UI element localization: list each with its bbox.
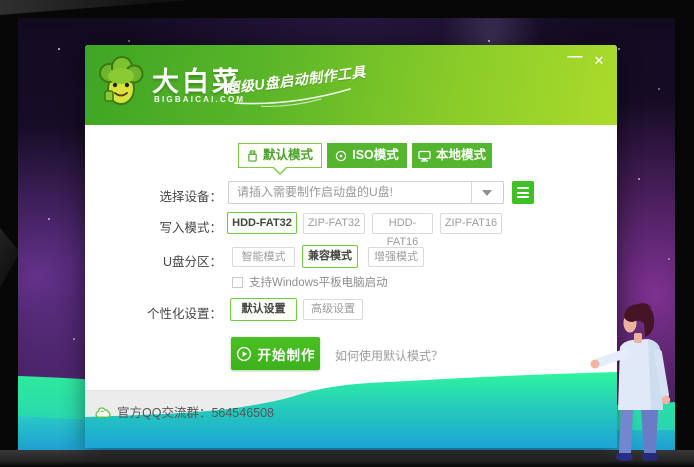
disc-icon [335,150,347,162]
device-menu-button[interactable] [512,181,534,204]
tablet-boot-label: 支持Windows平板电脑启动 [249,274,388,290]
tab-label: ISO模式 [352,143,399,168]
personalize-option-default[interactable]: 默认设置 [230,298,297,321]
partition-option-compat[interactable]: 兼容模式 [302,245,358,268]
write-mode-option-hdd-fat32[interactable]: HDD-FAT32 [227,212,297,234]
device-label: 选择设备： [85,186,222,205]
partition-option-enhanced[interactable]: 增强模式 [368,247,424,267]
minimize-button[interactable]: — [567,49,583,65]
write-mode-label: 写入模式： [85,217,222,236]
tab-iso-mode[interactable]: ISO模式 [327,143,407,168]
chevron-down-icon[interactable] [471,182,503,203]
device-placeholder: 请插入需要制作启动盘的U盘! [237,182,393,203]
close-button[interactable]: ✕ [591,53,607,69]
qq-group-text: 官方QQ交流群：564546508 [117,402,274,421]
monitor-bezel: 大白菜 BIGBAICAI.COM 超级U盘启动制作工具 — ✕ 默认模式 [0,0,694,467]
app-window: 大白菜 BIGBAICAI.COM 超级U盘启动制作工具 — ✕ 默认模式 [85,45,617,448]
bezel-glare [0,0,190,15]
tab-label: 默认模式 [263,144,313,167]
tablet-boot-checkbox[interactable] [232,277,243,288]
tab-label: 本地模式 [436,143,486,168]
write-mode-option-hdd-fat16[interactable]: HDD-FAT16 [372,213,433,234]
tablet-boot-row: 支持Windows平板电脑启动 [232,274,388,290]
mode-tabs: 默认模式 ISO模式 本地模式 [238,143,492,168]
hamburger-menu-icon [517,187,529,189]
write-mode-option-zip-fat32[interactable]: ZIP-FAT32 [303,213,365,234]
device-select[interactable]: 请插入需要制作启动盘的U盘! [228,181,504,204]
partition-label: U盘分区： [85,251,222,270]
write-mode-option-zip-fat16[interactable]: ZIP-FAT16 [440,213,502,234]
cabbage-mascot-icon [95,55,147,107]
personalize-option-advanced[interactable]: 高级设置 [303,299,363,320]
tab-default-mode[interactable]: 默认模式 [238,143,322,168]
qq-group-row: 官方QQ交流群：564546508 [95,402,274,421]
tab-local-mode[interactable]: 本地模式 [412,143,492,168]
bezel-glare [0,228,20,288]
window-header: 大白菜 BIGBAICAI.COM 超级U盘启动制作工具 — ✕ [85,45,617,125]
monitor-icon [418,150,431,162]
personalize-label: 个性化设置： [85,303,222,322]
usb-icon [247,150,258,162]
partition-option-smart[interactable]: 智能模式 [232,247,295,267]
person-illustration [588,295,688,465]
qq-cloud-icon [95,405,111,419]
